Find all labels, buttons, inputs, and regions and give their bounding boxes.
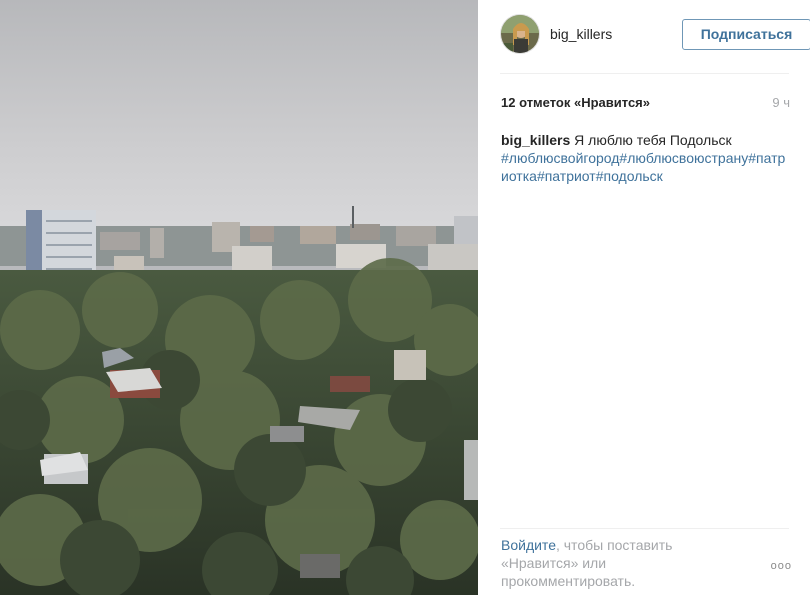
post-sidebar: big_killers Подписаться 12 отметок «Нрав… <box>478 0 810 595</box>
login-prompt: Войдите, чтобы поставить «Нравится» или … <box>501 536 731 590</box>
username-link[interactable]: big_killers <box>550 26 612 42</box>
divider <box>500 528 789 529</box>
hashtag-link[interactable]: #патриот <box>537 168 596 184</box>
likes-row: 12 отметок «Нравится» 9 ч <box>501 95 790 113</box>
caption-author[interactable]: big_killers <box>501 132 570 148</box>
likes-count[interactable]: 12 отметок «Нравится» <box>501 95 650 110</box>
post-header: big_killers Подписаться <box>500 14 810 56</box>
more-options-button[interactable]: ooo <box>771 560 792 572</box>
follow-button[interactable]: Подписаться <box>682 19 810 50</box>
caption-text: Я люблю тебя Подольск <box>570 132 732 148</box>
hashtag-link[interactable]: #люблюсвойгород <box>501 150 619 166</box>
post-caption: big_killers Я люблю тебя Подольск #люблюс… <box>501 131 788 185</box>
divider <box>500 73 789 74</box>
hashtag-link[interactable]: #люблюсвоюстрану <box>619 150 748 166</box>
post-time[interactable]: 9 ч <box>772 95 790 110</box>
avatar[interactable] <box>500 14 540 54</box>
post-photo[interactable] <box>0 0 478 595</box>
login-link[interactable]: Войдите <box>501 537 556 553</box>
hashtag-link[interactable]: #подольск <box>596 168 663 184</box>
